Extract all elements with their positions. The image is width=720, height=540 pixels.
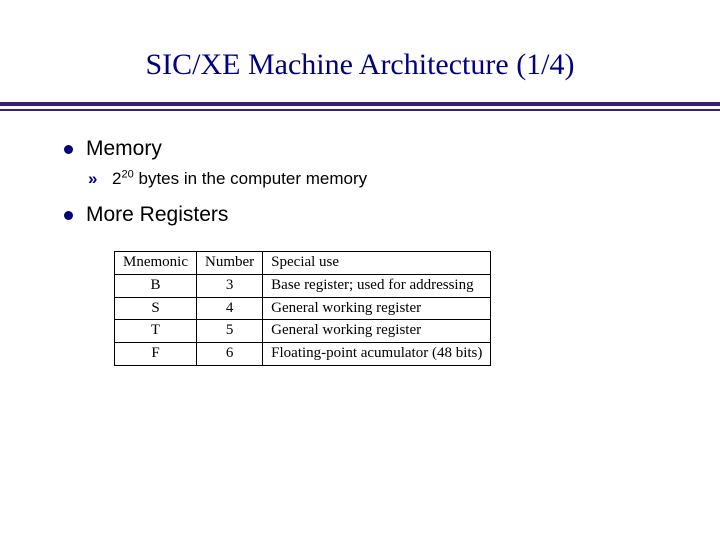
bullet-memory: Memory » 220 bytes in the computer memor…	[58, 137, 662, 189]
cell-number: 3	[197, 274, 263, 297]
slide-body: Memory » 220 bytes in the computer memor…	[0, 111, 720, 366]
sub-bullet-memory-bytes: » 220 bytes in the computer memory	[86, 169, 662, 189]
registers-table-wrap: Mnemonic Number Special use B 3 Base reg…	[114, 251, 662, 366]
cell-use: General working register	[263, 320, 491, 343]
bullet-memory-label: Memory	[86, 137, 162, 160]
bullet-more-registers: More Registers Mnemonic Number Special u…	[58, 203, 662, 366]
col-mnemonic: Mnemonic	[115, 252, 197, 275]
cell-mnemonic: S	[115, 297, 197, 320]
cell-use: General working register	[263, 297, 491, 320]
cell-mnemonic: T	[115, 320, 197, 343]
memory-rest: bytes in the computer memory	[134, 169, 367, 188]
sub-bullet-list: » 220 bytes in the computer memory	[86, 169, 662, 189]
cell-mnemonic: F	[115, 343, 197, 366]
arrow-icon: »	[88, 169, 97, 189]
table-row: T 5 General working register	[115, 320, 491, 343]
table-row: S 4 General working register	[115, 297, 491, 320]
slide-title: SIC/XE Machine Architecture (1/4)	[0, 48, 720, 82]
cell-number: 4	[197, 297, 263, 320]
table-row: B 3 Base register; used for addressing	[115, 274, 491, 297]
col-special-use: Special use	[263, 252, 491, 275]
memory-exponent: 20	[121, 168, 133, 180]
bullet-list: Memory » 220 bytes in the computer memor…	[58, 137, 662, 366]
slide: SIC/XE Machine Architecture (1/4) Memory…	[0, 48, 720, 540]
cell-use: Floating-point acumulator (48 bits)	[263, 343, 491, 366]
table-row: F 6 Floating-point acumulator (48 bits)	[115, 343, 491, 366]
cell-number: 5	[197, 320, 263, 343]
title-underline	[0, 102, 720, 111]
cell-use: Base register; used for addressing	[263, 274, 491, 297]
col-number: Number	[197, 252, 263, 275]
table-header-row: Mnemonic Number Special use	[115, 252, 491, 275]
bullet-more-registers-label: More Registers	[86, 203, 228, 226]
registers-table: Mnemonic Number Special use B 3 Base reg…	[114, 251, 491, 366]
cell-mnemonic: B	[115, 274, 197, 297]
cell-number: 6	[197, 343, 263, 366]
